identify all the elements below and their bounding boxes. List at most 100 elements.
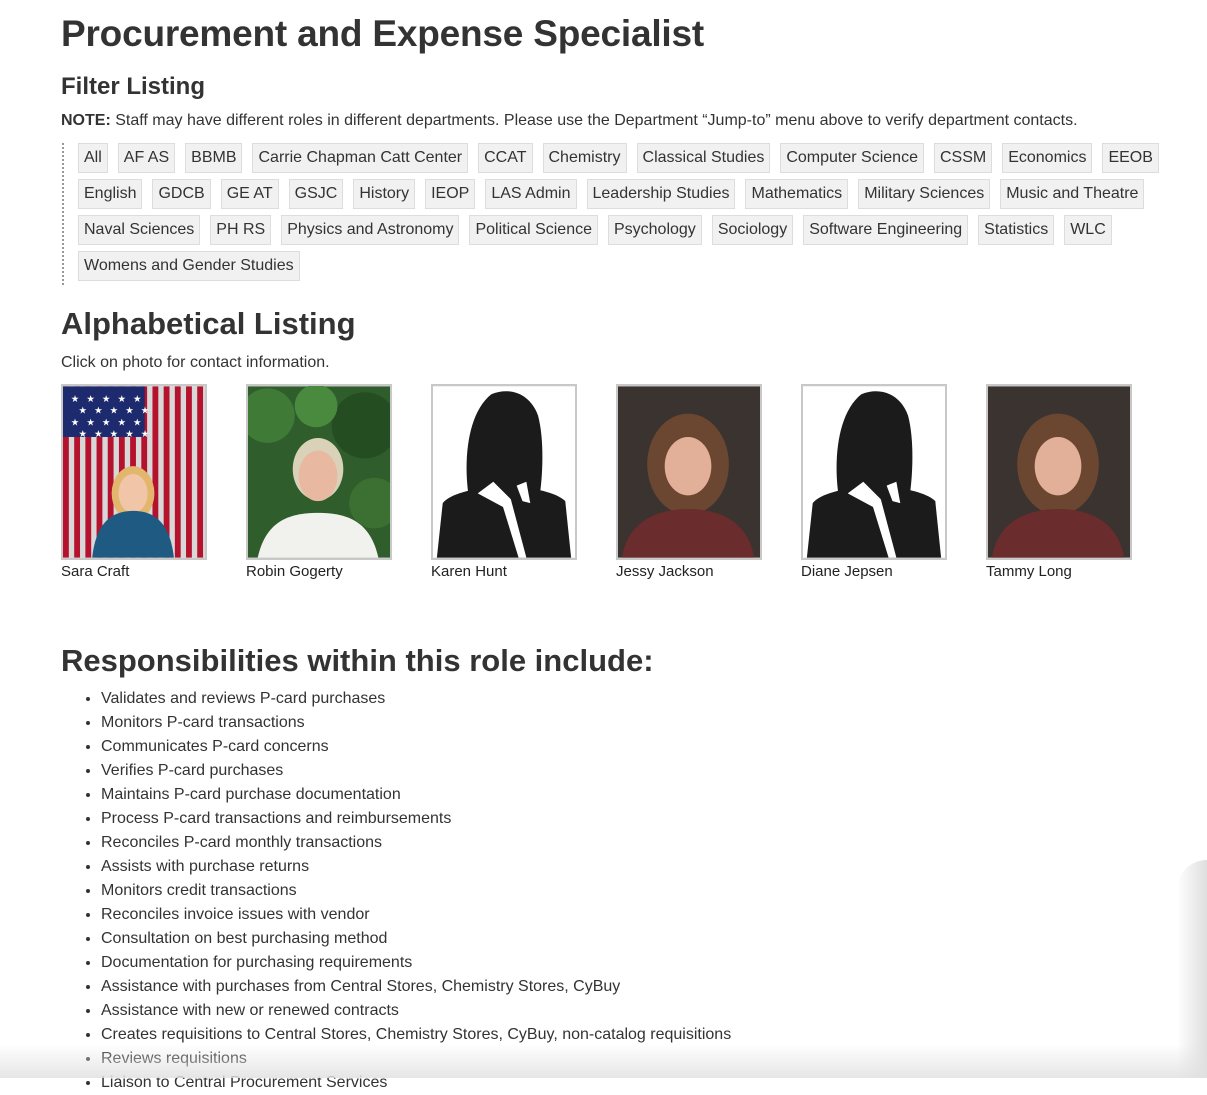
responsibility-item: Reviews requisitions — [101, 1047, 731, 1071]
svg-text:★: ★ — [117, 394, 126, 405]
greenery-background-photo — [248, 386, 390, 558]
filter-note: NOTE: Staff may have different roles in … — [61, 112, 1078, 130]
responsibility-item: Maintains P-card purchase documentation — [101, 783, 731, 807]
svg-text:★: ★ — [125, 406, 134, 417]
responsibility-item: Assists with purchase returns — [101, 855, 731, 879]
filter-button-ph-rs[interactable]: PH RS — [210, 215, 272, 245]
staff-name: Jessy Jackson — [616, 563, 714, 580]
portrait-photo — [988, 386, 1130, 558]
responsibility-item: Documentation for purchasing requirement… — [101, 951, 731, 975]
note-label: NOTE: — [61, 112, 111, 129]
svg-text:★: ★ — [125, 429, 134, 440]
portrait-photo — [618, 386, 760, 558]
scroll-shadow — [1177, 860, 1207, 1078]
filter-button-english[interactable]: English — [78, 179, 143, 209]
filter-button-all[interactable]: All — [78, 143, 108, 173]
staff-photo-diane-jepsen[interactable] — [801, 384, 947, 560]
filter-button-womens-and-gender-studies[interactable]: Womens and Gender Studies — [78, 251, 300, 281]
staff-card-jessy-jackson: Jessy Jackson — [616, 384, 801, 580]
filter-button-physics-and-astronomy[interactable]: Physics and Astronomy — [281, 215, 460, 245]
staff-name: Tammy Long — [986, 563, 1072, 580]
filter-button-statistics[interactable]: Statistics — [978, 215, 1055, 245]
department-filter-list: All AF AS BBMB Carrie Chapman Catt Center CC… — [62, 143, 1188, 285]
svg-text:★: ★ — [133, 394, 142, 405]
filter-button-ieop[interactable]: IEOP — [425, 179, 476, 209]
staff-photo-jessy-jackson[interactable] — [616, 384, 762, 560]
svg-text:★: ★ — [86, 394, 95, 405]
silhouette-icon — [803, 386, 945, 558]
filter-button-economics[interactable]: Economics — [1002, 143, 1093, 173]
staff-card-tammy-long: Tammy Long — [986, 384, 1171, 580]
filter-listing-heading: Filter Listing — [61, 73, 205, 100]
staff-card-robin-gogerty: Robin Gogerty — [246, 384, 431, 580]
svg-text:★: ★ — [110, 406, 119, 417]
filter-button-history[interactable]: History — [353, 179, 416, 209]
filter-button-bbmb[interactable]: BBMB — [185, 143, 243, 173]
svg-text:★: ★ — [102, 417, 111, 428]
filter-button-ccat[interactable]: CCAT — [478, 143, 533, 173]
filter-button-eeob[interactable]: EEOB — [1102, 143, 1159, 173]
staff-photo-karen-hunt[interactable] — [431, 384, 577, 560]
responsibility-item: Creates requisitions to Central Stores, … — [101, 1023, 731, 1047]
filter-button-sociology[interactable]: Sociology — [711, 215, 794, 245]
responsibility-item: Verifies P-card purchases — [101, 759, 731, 783]
svg-text:★: ★ — [71, 394, 80, 405]
staff-photo-robin-gogerty[interactable] — [246, 384, 392, 560]
staff-photo-tammy-long[interactable] — [986, 384, 1132, 560]
responsibility-item: Liaison to Central Procurement Services — [101, 1071, 731, 1095]
staff-card-diane-jepsen: Diane Jepsen — [801, 384, 986, 580]
responsibility-item: Communicates P-card concerns — [101, 735, 731, 759]
responsibility-item: Validates and reviews P-card purchases — [101, 687, 731, 711]
svg-text:★: ★ — [94, 406, 103, 417]
responsibility-item: Consultation on best purchasing method — [101, 927, 731, 951]
staff-card-karen-hunt: Karen Hunt — [431, 384, 616, 580]
staff-card-sara-craft: ★ ★ ★ ★ ★ ★ ★ ★ ★ ★ ★ ★ ★ ★ ★ ★ ★ ★ ★ ★ Sara Craft — [61, 384, 246, 580]
staff-grid: ★ ★ ★ ★ ★ ★ ★ ★ ★ ★ ★ ★ ★ ★ ★ ★ ★ ★ ★ ★ Sara Craft Robin Goge… — [61, 384, 1171, 580]
listing-hint: Click on photo for contact information. — [61, 354, 330, 371]
responsibility-item: Reconciles invoice issues with vendor — [101, 903, 731, 927]
filter-button-las-admin[interactable]: LAS Admin — [485, 179, 577, 209]
staff-name: Robin Gogerty — [246, 563, 343, 580]
filter-button-psychology[interactable]: Psychology — [607, 215, 702, 245]
filter-button-political-science[interactable]: Political Science — [469, 215, 598, 245]
svg-text:★: ★ — [141, 406, 150, 417]
filter-button-wlc[interactable]: WLC — [1064, 215, 1112, 245]
svg-text:★: ★ — [79, 406, 88, 417]
svg-text:★: ★ — [141, 429, 150, 440]
svg-text:★: ★ — [133, 417, 142, 428]
staff-name: Karen Hunt — [431, 563, 507, 580]
responsibility-item: Reconciles P-card monthly transactions — [101, 831, 731, 855]
svg-text:★: ★ — [79, 429, 88, 440]
svg-text:★: ★ — [117, 417, 126, 428]
svg-text:★: ★ — [86, 417, 95, 428]
note-text: Staff may have different roles in differ… — [110, 112, 1078, 129]
filter-button-classical-studies[interactable]: Classical Studies — [636, 143, 771, 173]
filter-button-computer-science[interactable]: Computer Science — [780, 143, 924, 173]
filter-button-af-as[interactable]: AF AS — [117, 143, 176, 173]
svg-text:★: ★ — [102, 394, 111, 405]
silhouette-icon — [433, 386, 575, 558]
filter-button-gdcb[interactable]: GDCB — [152, 179, 211, 209]
responsibility-item: Monitors credit transactions — [101, 879, 731, 903]
filter-button-ge-at[interactable]: GE AT — [220, 179, 279, 209]
responsibilities-heading: Responsibilities within this role includ… — [61, 643, 654, 678]
filter-button-cssm[interactable]: CSSM — [933, 143, 993, 173]
filter-button-music-and-theatre[interactable]: Music and Theatre — [1000, 179, 1145, 209]
filter-button-chemistry[interactable]: Chemistry — [542, 143, 627, 173]
filter-button-leadership-studies[interactable]: Leadership Studies — [586, 179, 736, 209]
filter-button-naval-sciences[interactable]: Naval Sciences — [78, 215, 201, 245]
responsibilities-list: Validates and reviews P-card purchasesMo… — [61, 687, 731, 1095]
filter-button-carrie-chapman-catt-center[interactable]: Carrie Chapman Catt Center — [252, 143, 469, 173]
responsibility-item: Process P-card transactions and reimburs… — [101, 807, 731, 831]
filter-button-mathematics[interactable]: Mathematics — [745, 179, 849, 209]
svg-text:★: ★ — [71, 417, 80, 428]
staff-photo-sara-craft[interactable]: ★ ★ ★ ★ ★ ★ ★ ★ ★ ★ ★ ★ ★ ★ ★ ★ ★ ★ ★ ★ — [61, 384, 207, 560]
responsibility-item: Monitors P-card transactions — [101, 711, 731, 735]
flag-background-photo: ★ ★ ★ ★ ★★ ★ ★ ★ ★★ ★ ★ ★ ★★ ★ ★ ★ ★ — [63, 386, 205, 558]
responsibility-item: Assistance with purchases from Central S… — [101, 975, 731, 999]
filter-button-gsjc[interactable]: GSJC — [288, 179, 344, 209]
responsibility-item: Assistance with new or renewed contracts — [101, 999, 731, 1023]
filter-button-military-sciences[interactable]: Military Sciences — [858, 179, 991, 209]
filter-button-software-engineering[interactable]: Software Engineering — [803, 215, 969, 245]
staff-name: Diane Jepsen — [801, 563, 893, 580]
